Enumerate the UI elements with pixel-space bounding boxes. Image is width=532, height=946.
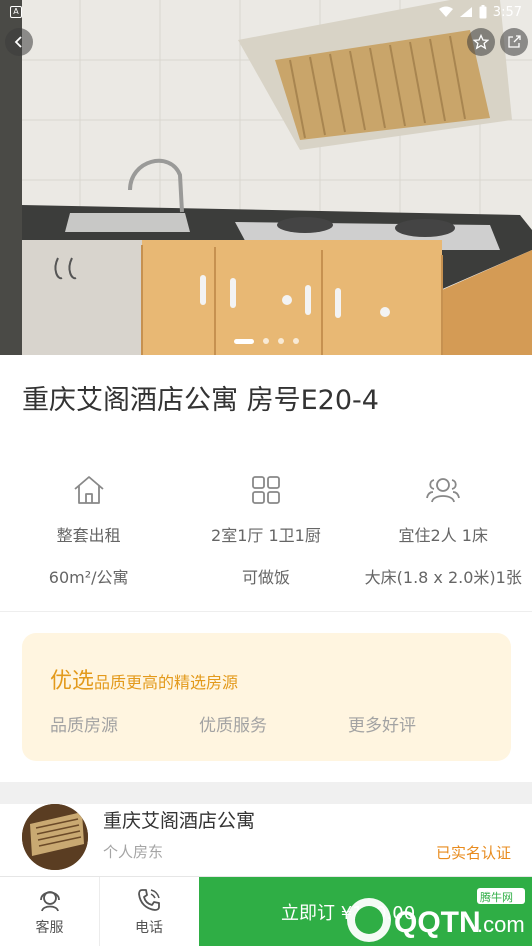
favorite-button[interactable] (467, 28, 495, 56)
premium-title-main: 优选 (50, 669, 95, 694)
people-icon (426, 478, 461, 503)
rooms-grid-icon (252, 476, 280, 504)
house-icon (74, 476, 104, 504)
feature-line2: 可做饭 (241, 568, 290, 587)
customer-service-button[interactable]: 客服 (0, 877, 99, 946)
host-info[interactable]: 重庆艾阁酒店公寓 个人房东 已实名认证 (0, 804, 532, 876)
carousel-dot[interactable] (277, 338, 284, 344)
avatar[interactable] (22, 804, 88, 870)
feature-line2: 60m²/公寓 (48, 568, 129, 587)
host-name: 重庆艾阁酒店公寓 (103, 810, 256, 832)
phone-icon (138, 889, 160, 911)
feature-line1: 整套出租 (56, 526, 121, 545)
svg-text:.com: .com (477, 912, 525, 937)
feature-occupancy: 宜住2人 1床 大床(1.8 x 2.0米)1张 (355, 470, 532, 610)
host-avatar-image (22, 804, 88, 870)
feature-rental-type: 整套出租 60m²/公寓 (0, 470, 177, 610)
benefit-item: 更多好评 (348, 716, 416, 736)
divider (0, 611, 532, 612)
svg-text:QQTN: QQTN (394, 906, 481, 939)
notification-icon: A (10, 6, 22, 18)
section-gap (0, 782, 532, 804)
listing-detail-screen: A 3:57 重庆艾阁酒店公寓 房号E20-4 整套出租 60m²/公寓 2室1… (0, 0, 532, 946)
back-button[interactable] (5, 28, 33, 56)
wifi-icon (438, 6, 453, 17)
carousel-dot[interactable] (262, 338, 269, 344)
verified-badge: 已实名认证 (435, 844, 511, 862)
feature-line2: 大床(1.8 x 2.0米)1张 (364, 568, 522, 587)
status-time: 3:57 (492, 4, 522, 20)
kitchen-photo (0, 0, 532, 355)
room-features: 整套出租 60m²/公寓 2室1厅 1卫1厨 可做饭 宜住2人 1床 大床(1.… (0, 470, 532, 610)
carousel-indicator (0, 338, 532, 344)
svg-text:腾牛网: 腾牛网 (480, 890, 513, 904)
premium-listing-card[interactable]: 优选品质更高的精选房源 品质房源 优质服务 更多好评 (22, 633, 511, 761)
feature-line1: 2室1厅 1卫1厨 (211, 526, 321, 545)
star-icon (473, 34, 489, 50)
share-button[interactable] (500, 28, 528, 56)
benefit-item: 品质房源 (50, 716, 118, 736)
phone-button[interactable]: 电话 (99, 877, 198, 946)
share-icon (508, 35, 521, 48)
feature-line1: 宜住2人 1床 (398, 526, 488, 545)
listing-title: 重庆艾阁酒店公寓 房号E20-4 (22, 385, 379, 416)
status-bar: A 3:57 (0, 0, 532, 24)
benefit-item: 优质服务 (199, 716, 267, 736)
premium-title: 优选品质更高的精选房源 (50, 663, 238, 695)
premium-title-sub: 品质更高的精选房源 (94, 673, 239, 692)
carousel-dot[interactable] (233, 338, 254, 344)
watermark-logo: QQTN 腾牛网 .com (347, 888, 525, 942)
feature-layout: 2室1厅 1卫1厨 可做饭 (177, 470, 354, 610)
service-label: 客服 (35, 920, 64, 936)
carousel-dot[interactable] (292, 338, 299, 344)
bottom-action-bar: 客服 电话 立即订 ¥130.00 QQTN 腾牛网 .com (0, 876, 532, 946)
chevron-left-icon (14, 36, 22, 48)
host-type: 个人房东 (103, 843, 164, 861)
headset-icon (39, 891, 60, 912)
room-photo-carousel[interactable] (0, 0, 532, 355)
status-icons: 3:57 (438, 4, 522, 20)
signal-icon (459, 7, 472, 17)
phone-label: 电话 (135, 920, 163, 936)
premium-benefits: 品质房源 优质服务 更多好评 (50, 711, 497, 736)
battery-icon (479, 5, 487, 19)
